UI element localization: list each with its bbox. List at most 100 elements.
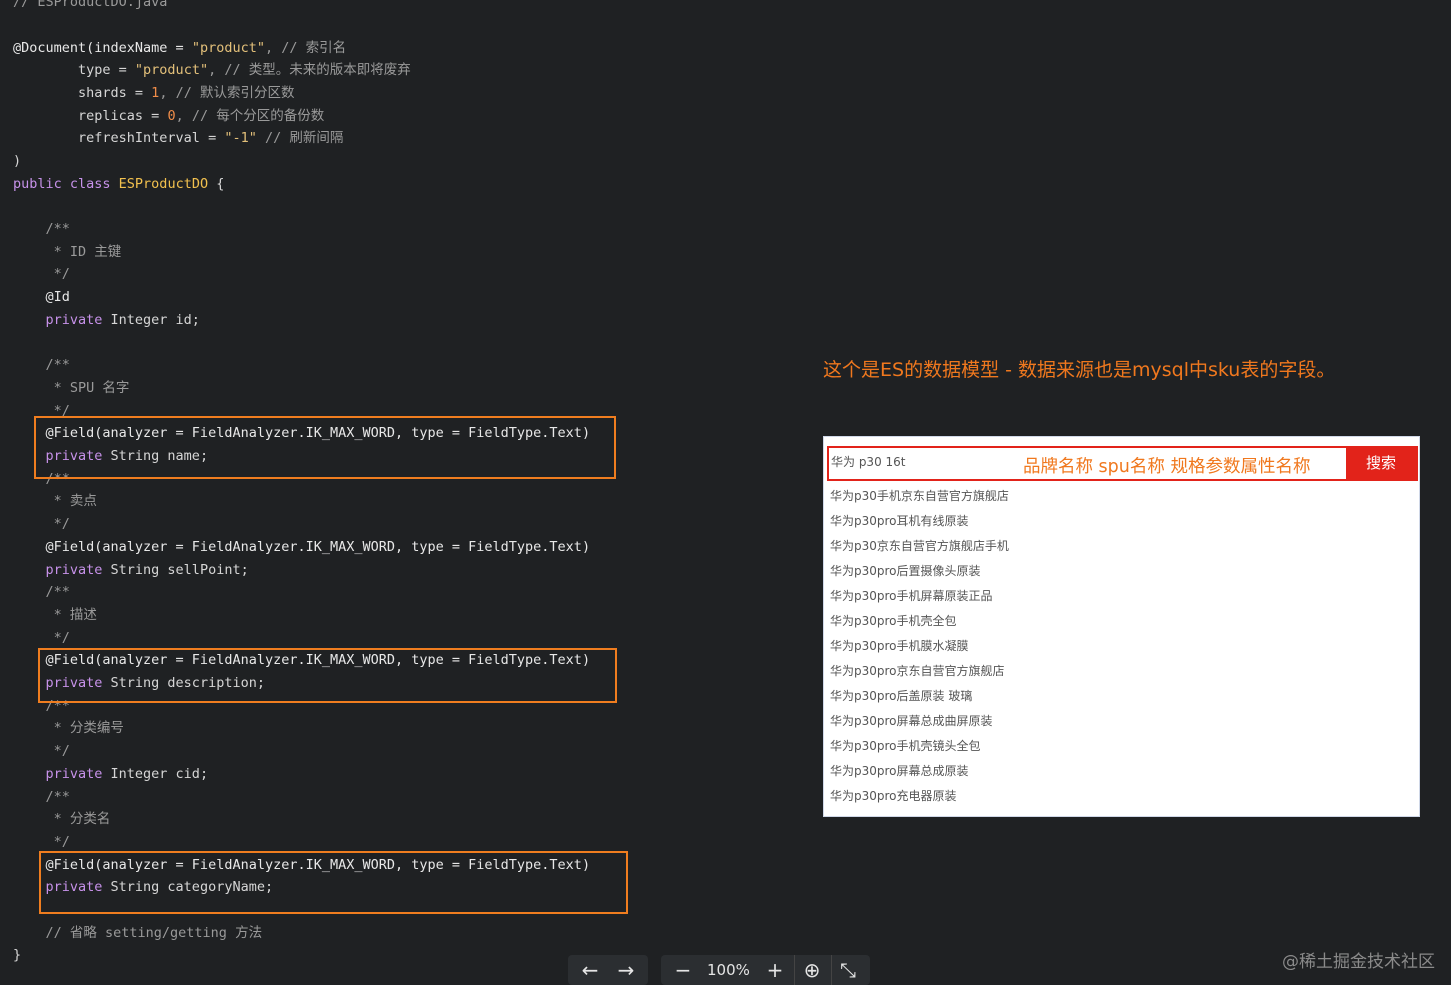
type-comment: , // 类型。未来的版本即将废弃: [208, 62, 411, 79]
doc-open: /**: [13, 584, 70, 601]
code-line-omit: // 省略 setting/getting 方法: [13, 922, 263, 945]
watermark: @稀土掘金技术社区: [1282, 952, 1435, 972]
code-line-cid-field: private Integer cid;: [13, 763, 209, 786]
suggestion-item[interactable]: 华为p30pro充电器原装: [830, 787, 957, 804]
code-line-close-brace: }: [13, 944, 21, 967]
next-arrow-icon[interactable]: →: [612, 957, 640, 983]
code-line-close-paren: ): [13, 150, 21, 173]
private-keyword: private: [13, 561, 103, 578]
cid-field: Integer cid;: [102, 765, 209, 782]
zoom-level: 100%: [707, 961, 750, 979]
code-line-replicas: replicas = 0, // 每个分区的备份数: [13, 105, 324, 128]
suggestion-item[interactable]: 华为p30手机京东自营官方旗舰店: [830, 487, 1009, 504]
code-line-cid-doc: * 分类编号: [13, 717, 124, 740]
private-keyword: private: [13, 311, 103, 328]
code-line-refresh: refreshInterval = "-1" // 刷新间隔: [13, 127, 343, 150]
code-line-cname-doc: * 分类名: [13, 808, 111, 831]
class-name: ESProductDO: [118, 175, 209, 192]
sellpoint-field: String sellPoint;: [102, 561, 249, 578]
refresh-prop: refreshInterval =: [13, 130, 225, 147]
code-line-sellpoint-doc: * 卖点: [13, 490, 97, 513]
suggestion-item[interactable]: 华为p30pro手机屏幕原装正品: [830, 587, 993, 604]
id-field: Integer id;: [102, 311, 200, 328]
refresh-comment: // 刷新间隔: [256, 130, 344, 147]
cid-doc: * 分类编号: [13, 720, 124, 737]
class-close-brace: }: [13, 947, 22, 964]
id-doc: * ID 主键: [13, 243, 122, 260]
code-line-sellpoint-field: private String sellPoint;: [13, 559, 249, 582]
replicas-number: 0: [167, 107, 176, 124]
zoom-out-icon[interactable]: −: [669, 957, 697, 983]
code-line-id-doc-open: /**: [13, 218, 70, 241]
suggestion-item[interactable]: 华为p30pro手机壳全包: [830, 612, 957, 629]
highlight-box-name: [34, 416, 616, 479]
code-line-sellpoint-doc-close: */: [13, 513, 70, 536]
suggestion-item[interactable]: 华为p30pro屏幕总成曲屏原装: [830, 712, 993, 729]
type-prop: type =: [13, 62, 135, 79]
prev-arrow-icon[interactable]: ←: [576, 957, 604, 983]
code-line-cid-doc-close: */: [13, 740, 70, 763]
suggestion-item[interactable]: 华为p30pro屏幕总成原装: [830, 762, 969, 779]
code-line-file-comment: // ESProductDO.java: [13, 0, 167, 14]
code-line-class: public class ESProductDO {: [13, 173, 224, 196]
zoom-in-icon[interactable]: +: [761, 957, 789, 983]
code-line-id-field: private Integer id;: [13, 309, 200, 332]
code-line-id-doc: * ID 主键: [13, 241, 122, 264]
code-line-spu-doc-open: /**: [13, 354, 70, 377]
replicas-prop: replicas =: [13, 107, 168, 124]
index-name-comment: , // 索引名: [264, 39, 347, 56]
description-doc: * 描述: [13, 606, 97, 623]
search-field-annotation: 品牌名称 spu名称 规格参数属性名称: [1023, 457, 1311, 477]
suggestion-item[interactable]: 华为p30pro后盖原装 玻璃: [830, 687, 972, 704]
doc-close: */: [13, 629, 70, 646]
sellpoint-doc: * 卖点: [13, 493, 97, 510]
file-comment: // ESProductDO.java: [13, 0, 168, 10]
highlight-box-category-name: [39, 851, 628, 914]
search-suggestion-screenshot: 华为 p30 16t 品牌名称 spu名称 规格参数属性名称 搜索 华为p30手…: [823, 436, 1420, 817]
suggestion-item[interactable]: 华为p30pro耳机有线原装: [830, 512, 969, 529]
class-keyword: public class: [13, 175, 119, 192]
code-line-desc-doc-close: */: [13, 627, 70, 650]
suggestion-item[interactable]: 华为p30pro京东自营官方旗舰店: [830, 662, 1005, 679]
shards-comment: , // 默认索引分区数: [159, 84, 295, 101]
suggestion-item[interactable]: 华为p30京东自营官方旗舰店手机: [830, 537, 1009, 554]
code-line-id-ann: @Id: [13, 286, 70, 309]
replicas-comment: , // 每个分区的备份数: [175, 107, 325, 124]
field-annotation: @Field(analyzer = FieldAnalyzer.IK_MAX_W…: [13, 538, 591, 555]
search-input[interactable]: 华为 p30 16t: [831, 453, 906, 470]
code-line-cname-doc-open: /**: [13, 786, 70, 809]
toolbar-divider: [794, 955, 795, 985]
code-line-type: type = "product", // 类型。未来的版本即将废弃: [13, 59, 411, 82]
doc-close: */: [13, 833, 70, 850]
code-line-shards: shards = 1, // 默认索引分区数: [13, 82, 294, 105]
code-line-spu-doc: * SPU 名字: [13, 377, 130, 400]
suggestion-item[interactable]: 华为p30pro后置摄像头原装: [830, 562, 981, 579]
fit-screen-icon[interactable]: ⤡: [834, 957, 862, 983]
download-icon[interactable]: ⊕: [798, 957, 826, 983]
code-line-document: @Document(indexName = "product", // 索引名: [13, 37, 346, 60]
suggestion-item[interactable]: 华为p30pro手机膜水凝膜: [830, 637, 969, 654]
zoom-toolbar: − 100% + ⊕ ⤡: [661, 955, 870, 985]
toolbar-divider: [831, 955, 832, 985]
search-button[interactable]: 搜索: [1346, 448, 1416, 479]
refresh-string: "-1": [224, 130, 257, 147]
type-string: "product": [134, 62, 209, 79]
index-name-string: "product": [191, 39, 265, 56]
doc-close: */: [13, 516, 70, 533]
code-line-desc-doc: * 描述: [13, 604, 97, 627]
private-keyword: private: [13, 765, 103, 782]
doc-open: /**: [13, 788, 70, 805]
doc-open: /**: [13, 221, 70, 237]
class-open-brace: {: [208, 175, 225, 192]
search-bar: 华为 p30 16t 品牌名称 spu名称 规格参数属性名称 搜索: [827, 446, 1418, 481]
shards-prop: shards =: [13, 84, 152, 101]
id-annotation: @Id: [13, 289, 70, 306]
doc-close: */: [13, 266, 70, 283]
code-line-sellpoint-ann: @Field(analyzer = FieldAnalyzer.IK_MAX_W…: [13, 536, 591, 559]
highlight-box-description: [38, 648, 617, 703]
doc-open: /**: [13, 357, 70, 374]
doc-close: */: [13, 743, 70, 760]
document-annotation: @Document(indexName =: [13, 39, 192, 56]
close-paren: ): [13, 153, 22, 169]
suggestion-item[interactable]: 华为p30pro手机壳镜头全包: [830, 737, 981, 754]
